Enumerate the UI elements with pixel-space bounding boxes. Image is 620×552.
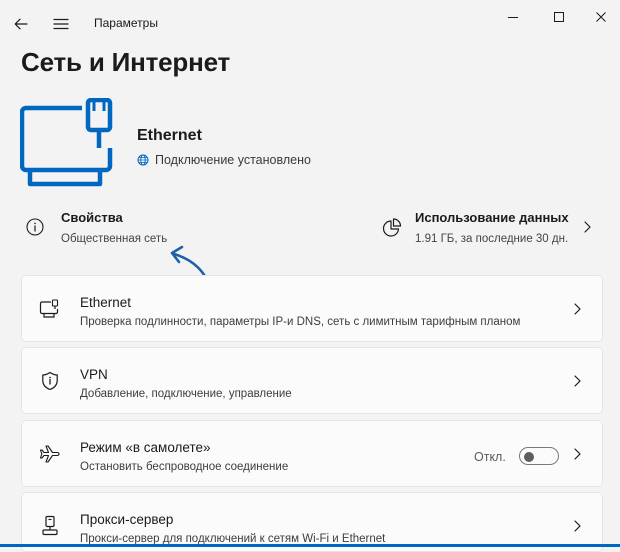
airplane-mode-description: Остановить беспроводное соединение [80, 461, 289, 473]
proxy-icon [39, 515, 61, 537]
back-arrow-icon [14, 18, 28, 30]
airplane-mode-toggle[interactable] [519, 447, 559, 465]
airplane-mode-card[interactable]: Режим «в самолете» Остановить беспроводн… [21, 420, 603, 487]
toggle-knob [524, 451, 534, 462]
ethernet-monitor-icon [39, 298, 61, 320]
proxy-card[interactable]: Прокси-сервер Прокси-сервер для подключе… [21, 492, 603, 552]
info-icon [26, 218, 44, 236]
vpn-card-description: Добавление, подключение, управление [80, 388, 292, 400]
globe-icon [137, 154, 149, 166]
airplane-icon [39, 443, 61, 465]
title-bar: Параметры [0, 0, 620, 48]
window-title: Параметры [94, 16, 158, 30]
chevron-right-icon [584, 221, 591, 233]
maximize-icon [554, 12, 564, 22]
minimize-icon [508, 17, 518, 18]
hero-connection-name: Ethernet [137, 127, 202, 144]
hero-connection-status: Подключение установлено [137, 153, 311, 167]
chevron-right-icon [574, 448, 581, 460]
data-usage-amount: 1.91 ГБ, за последние 30 дн. [415, 233, 569, 245]
vpn-card[interactable]: VPN Добавление, подключение, управление [21, 347, 603, 414]
page-title: Сеть и Интернет [21, 47, 231, 77]
proxy-card-title: Прокси-сервер [80, 512, 174, 527]
properties-title: Свойства [61, 210, 123, 225]
data-usage-title: Использование данных [415, 210, 569, 225]
pie-chart-icon [382, 218, 402, 237]
maximize-button[interactable] [536, 4, 582, 30]
shield-icon [39, 370, 61, 392]
close-icon [596, 12, 606, 22]
chevron-right-icon [574, 303, 581, 315]
close-button[interactable] [582, 4, 620, 30]
properties-link[interactable]: Свойства Общественная сеть [20, 204, 280, 250]
ethernet-card[interactable]: Ethernet Проверка подлинности, параметры… [21, 275, 603, 342]
hamburger-icon [53, 18, 69, 30]
ethernet-card-description: Проверка подлинности, параметры IP-и DNS… [80, 316, 521, 328]
vpn-card-title: VPN [80, 367, 108, 382]
airplane-mode-title: Режим «в самолете» [80, 440, 211, 455]
chevron-right-icon [574, 520, 581, 532]
minimize-button[interactable] [490, 4, 536, 30]
hero-status-text: Подключение установлено [155, 153, 311, 167]
data-usage-link[interactable]: Использование данных 1.91 ГБ, за последн… [376, 204, 606, 250]
properties-network-type: Общественная сеть [61, 233, 168, 245]
chevron-right-icon [574, 375, 581, 387]
ethernet-card-title: Ethernet [80, 295, 132, 310]
ethernet-hero-icon [19, 97, 122, 199]
airplane-toggle-state: Откл. [474, 450, 506, 464]
menu-button[interactable] [50, 13, 72, 35]
back-button[interactable] [10, 13, 32, 35]
